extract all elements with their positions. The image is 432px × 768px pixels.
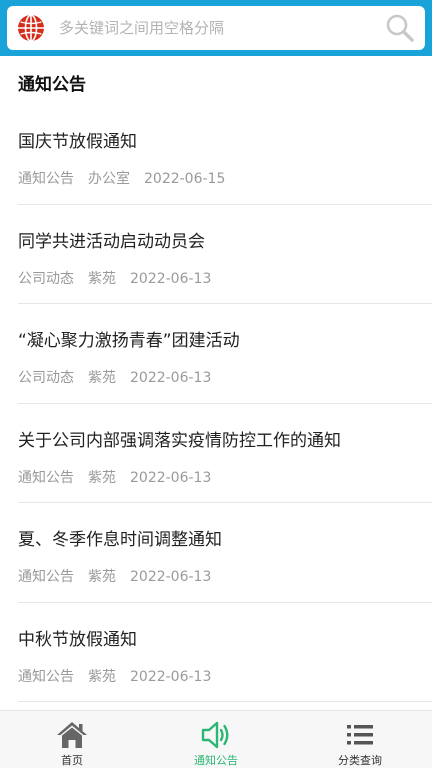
list-item[interactable]: 国庆节放假通知 通知公告 办公室 2022-06-15 (18, 105, 432, 205)
list-item[interactable]: “凝心聚力激扬青春”团建活动 公司动态 紫苑 2022-06-13 (18, 304, 432, 404)
item-author: 紫苑 (88, 270, 116, 287)
tab-label: 首页 (61, 754, 83, 767)
globe-icon (18, 14, 44, 42)
item-meta: 公司动态 紫苑 2022-06-13 (18, 367, 225, 387)
item-meta: 通知公告 紫苑 2022-06-13 (18, 467, 225, 487)
item-title: 中秋节放假通知 (18, 629, 137, 650)
list-item[interactable]: 夏、冬季作息时间调整通知 通知公告 紫苑 2022-06-13 (18, 503, 432, 603)
tab-category-search[interactable]: 分类查询 (288, 711, 432, 768)
list-icon (344, 719, 376, 750)
item-category: 通知公告 (18, 469, 74, 486)
item-title: 国庆节放假通知 (18, 132, 137, 152)
list-item[interactable]: 关于公司内部强调落实疫情防控工作的通知 通知公告 紫苑 2022-06-13 (18, 404, 432, 503)
search-button[interactable] (383, 11, 417, 45)
item-category: 公司动态 (18, 370, 74, 386)
item-date: 2022-06-15 (144, 171, 226, 187)
tab-label: 通知公告 (194, 754, 238, 767)
item-date: 2022-06-13 (130, 668, 212, 685)
item-author: 紫苑 (88, 469, 116, 486)
search-icon (386, 14, 414, 42)
item-meta: 通知公告 紫苑 2022-06-13 (18, 666, 225, 686)
item-category: 公司动态 (18, 270, 74, 287)
item-date: 2022-06-13 (130, 370, 212, 386)
item-meta: 通知公告 紫苑 2022-06-13 (18, 566, 225, 586)
item-date: 2022-06-13 (130, 469, 212, 486)
item-author: 紫苑 (88, 569, 116, 585)
item-title: “凝心聚力激扬青春”团建活动 (18, 331, 240, 351)
tab-label: 分类查询 (338, 754, 382, 767)
item-category: 通知公告 (18, 569, 74, 585)
item-date: 2022-06-13 (130, 270, 212, 287)
item-meta: 公司动态 紫苑 2022-06-13 (18, 268, 225, 288)
search-box (7, 6, 425, 50)
article-list: 国庆节放假通知 通知公告 办公室 2022-06-15 同学共进活动启动动员会 公司… (0, 105, 432, 702)
tab-notices[interactable]: 通知公告 (144, 711, 288, 768)
home-icon (56, 719, 88, 750)
section-title: 通知公告 (18, 75, 86, 95)
search-bar (0, 0, 432, 56)
tab-home[interactable]: 首页 (0, 711, 144, 768)
item-date: 2022-06-13 (130, 569, 212, 585)
item-title: 同学共进活动启动动员会 (18, 231, 205, 252)
item-category: 通知公告 (18, 668, 74, 685)
item-title: 关于公司内部强调落实疫情防控工作的通知 (18, 430, 341, 451)
item-meta: 通知公告 办公室 2022-06-15 (18, 168, 239, 188)
item-author: 办公室 (88, 171, 130, 187)
item-title: 夏、冬季作息时间调整通知 (18, 530, 222, 550)
list-item[interactable]: 同学共进活动启动动员会 公司动态 紫苑 2022-06-13 (18, 205, 432, 304)
item-category: 通知公告 (18, 171, 74, 187)
list-item[interactable]: 中秋节放假通知 通知公告 紫苑 2022-06-13 (18, 603, 432, 702)
item-author: 紫苑 (88, 668, 116, 685)
speaker-icon (200, 719, 232, 750)
item-author: 紫苑 (88, 370, 116, 386)
bottom-tabbar: 首页 通知公告 分类查询 (0, 710, 432, 768)
search-input[interactable] (59, 13, 383, 43)
